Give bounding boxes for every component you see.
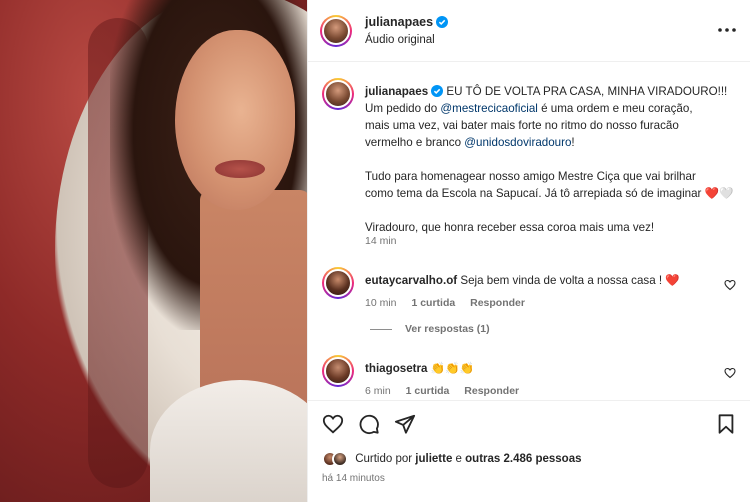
comment-time[interactable]: 6 min <box>365 385 391 397</box>
likes-count[interactable]: outras 2.486 pessoas <box>465 453 581 465</box>
caption-para2-line2: como tema da Escola na Sapucaí. Já tô ar… <box>365 187 734 200</box>
caption-text: julianapaes EU TÔ DE VOLTA PRA CASA, MIN… <box>365 83 735 236</box>
post-image[interactable] <box>0 0 307 502</box>
heart-icon[interactable] <box>724 367 736 379</box>
author-avatar[interactable] <box>320 15 352 47</box>
caption-timestamp[interactable]: 14 min <box>365 235 397 247</box>
liked-by: Curtido por juliette e outras 2.486 pess… <box>322 451 582 467</box>
comment-username[interactable]: thiagosetra <box>365 362 428 375</box>
verified-badge-icon <box>436 16 449 28</box>
audio-label[interactable]: Áudio original <box>365 34 435 46</box>
post-details-panel: julianapaes Áudio original julianapaes E… <box>307 0 750 502</box>
bookmark-icon[interactable] <box>715 413 737 435</box>
comment-avatar[interactable] <box>322 267 354 299</box>
comment-text: Seja bem vinda de volta a nossa casa ! ❤… <box>457 274 680 287</box>
caption-username[interactable]: julianapaes <box>365 85 428 98</box>
heart-icon[interactable] <box>724 279 736 291</box>
liked-by-prefix: Curtido por <box>355 453 416 465</box>
liker-avatar <box>332 451 348 467</box>
comment-username[interactable]: eutaycarvalho.of <box>365 274 457 287</box>
view-replies-label: Ver respostas (1) <box>405 323 490 335</box>
caption-avatar[interactable] <box>322 78 354 110</box>
comment-time[interactable]: 10 min <box>365 297 397 309</box>
send-icon[interactable] <box>394 413 416 435</box>
caption-line-2a: Um pedido do <box>365 102 441 115</box>
comment-body: thiagosetra 👏👏👏 <box>365 361 715 377</box>
verified-badge-icon <box>431 85 444 97</box>
reply-button[interactable]: Responder <box>464 385 519 397</box>
post-timestamp[interactable]: há 14 minutos <box>322 473 385 484</box>
header-username-row: julianapaes <box>365 15 449 29</box>
liked-by-text: Curtido por juliette e outras 2.486 pess… <box>355 453 581 465</box>
comment-body: eutaycarvalho.of Seja bem vinda de volta… <box>365 273 715 289</box>
caption-line-2b: é uma ordem e meu coração, <box>537 102 693 115</box>
mention-viradouro[interactable]: @unidosdoviradouro <box>464 136 571 149</box>
post-header: julianapaes Áudio original <box>308 0 750 62</box>
comment-likes[interactable]: 1 curtida <box>406 385 450 397</box>
caption-line-4a: vermelho e branco <box>365 136 465 149</box>
caption-line-4b: ! <box>571 136 575 149</box>
liked-by-middle: e <box>452 453 466 465</box>
liked-by-user[interactable]: juliette <box>415 453 452 465</box>
post-actions: Curtido por juliette e outras 2.486 pess… <box>308 400 750 502</box>
comment-icon[interactable] <box>358 413 380 435</box>
caption-line-1: EU TÔ DE VOLTA PRA CASA, MINHA VIRADOURO… <box>443 85 728 98</box>
caption-para3: Viradouro, que honra receber essa coroa … <box>365 221 655 234</box>
caption-line-3: mais uma vez, vai bater mais forte no ri… <box>365 119 679 132</box>
heart-icon[interactable] <box>322 413 344 435</box>
view-replies-button[interactable]: Ver respostas (1) <box>370 323 490 335</box>
more-horizontal-icon[interactable] <box>717 23 737 37</box>
comment-avatar[interactable] <box>322 355 354 387</box>
smile-shape <box>215 160 265 178</box>
face-shape <box>175 30 295 210</box>
header-username[interactable]: julianapaes <box>365 15 433 29</box>
mention-mestrecica[interactable]: @mestrecicaoficial <box>440 102 537 115</box>
replies-divider <box>370 328 392 330</box>
comment-likes[interactable]: 1 curtida <box>411 297 455 309</box>
reply-button[interactable]: Responder <box>470 297 525 309</box>
comment-text: 👏👏👏 <box>427 362 475 375</box>
comment-meta: 10 min 1 curtida Responder <box>365 297 537 309</box>
comment-meta: 6 min 1 curtida Responder <box>365 385 531 397</box>
caption-para2-line1: Tudo para homenagear nosso amigo Mestre … <box>365 170 696 183</box>
